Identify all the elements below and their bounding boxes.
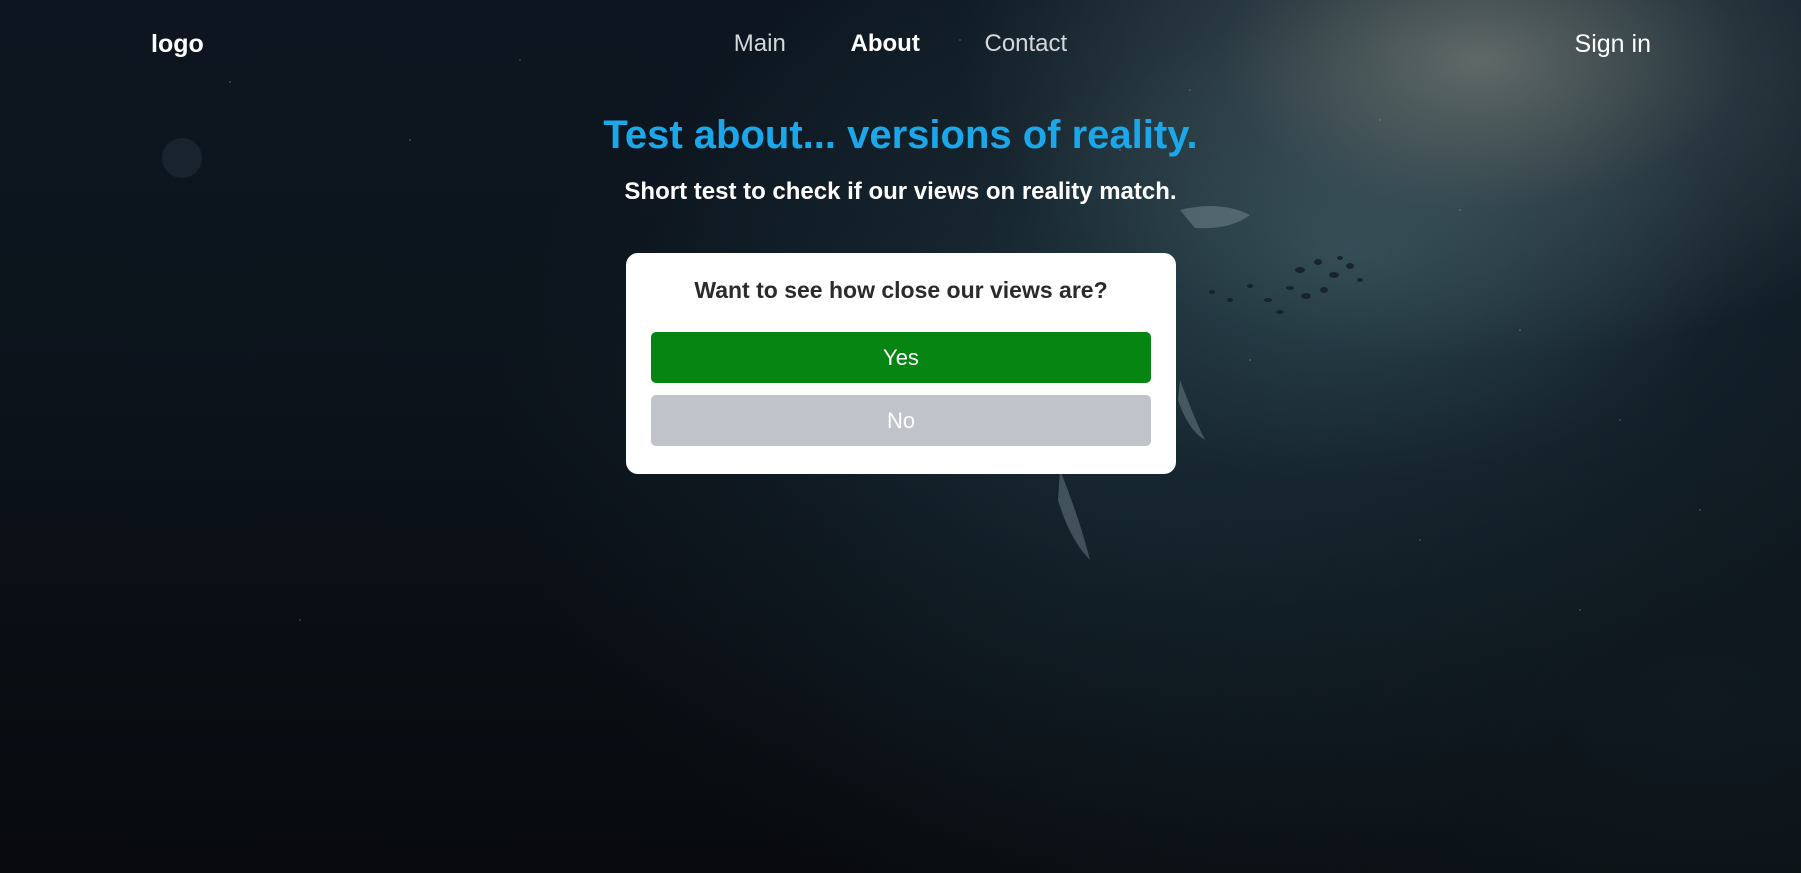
- question-card: Want to see how close our views are? Yes…: [626, 253, 1176, 474]
- top-navbar: logo Main About Contact Sign in: [0, 0, 1801, 90]
- no-button[interactable]: No: [651, 395, 1151, 446]
- sign-in-link[interactable]: Sign in: [1575, 30, 1651, 59]
- logo[interactable]: logo: [151, 30, 204, 59]
- nav-link-about[interactable]: About: [851, 30, 920, 58]
- page-subtitle: Short test to check if our views on real…: [624, 178, 1177, 205]
- yes-button[interactable]: Yes: [651, 332, 1151, 383]
- nav-link-contact[interactable]: Contact: [984, 30, 1067, 58]
- nav-link-main[interactable]: Main: [734, 30, 786, 58]
- main-nav: Main About Contact: [0, 30, 1801, 58]
- question-text: Want to see how close our views are?: [694, 277, 1108, 303]
- page-title: Test about... versions of reality.: [603, 113, 1198, 157]
